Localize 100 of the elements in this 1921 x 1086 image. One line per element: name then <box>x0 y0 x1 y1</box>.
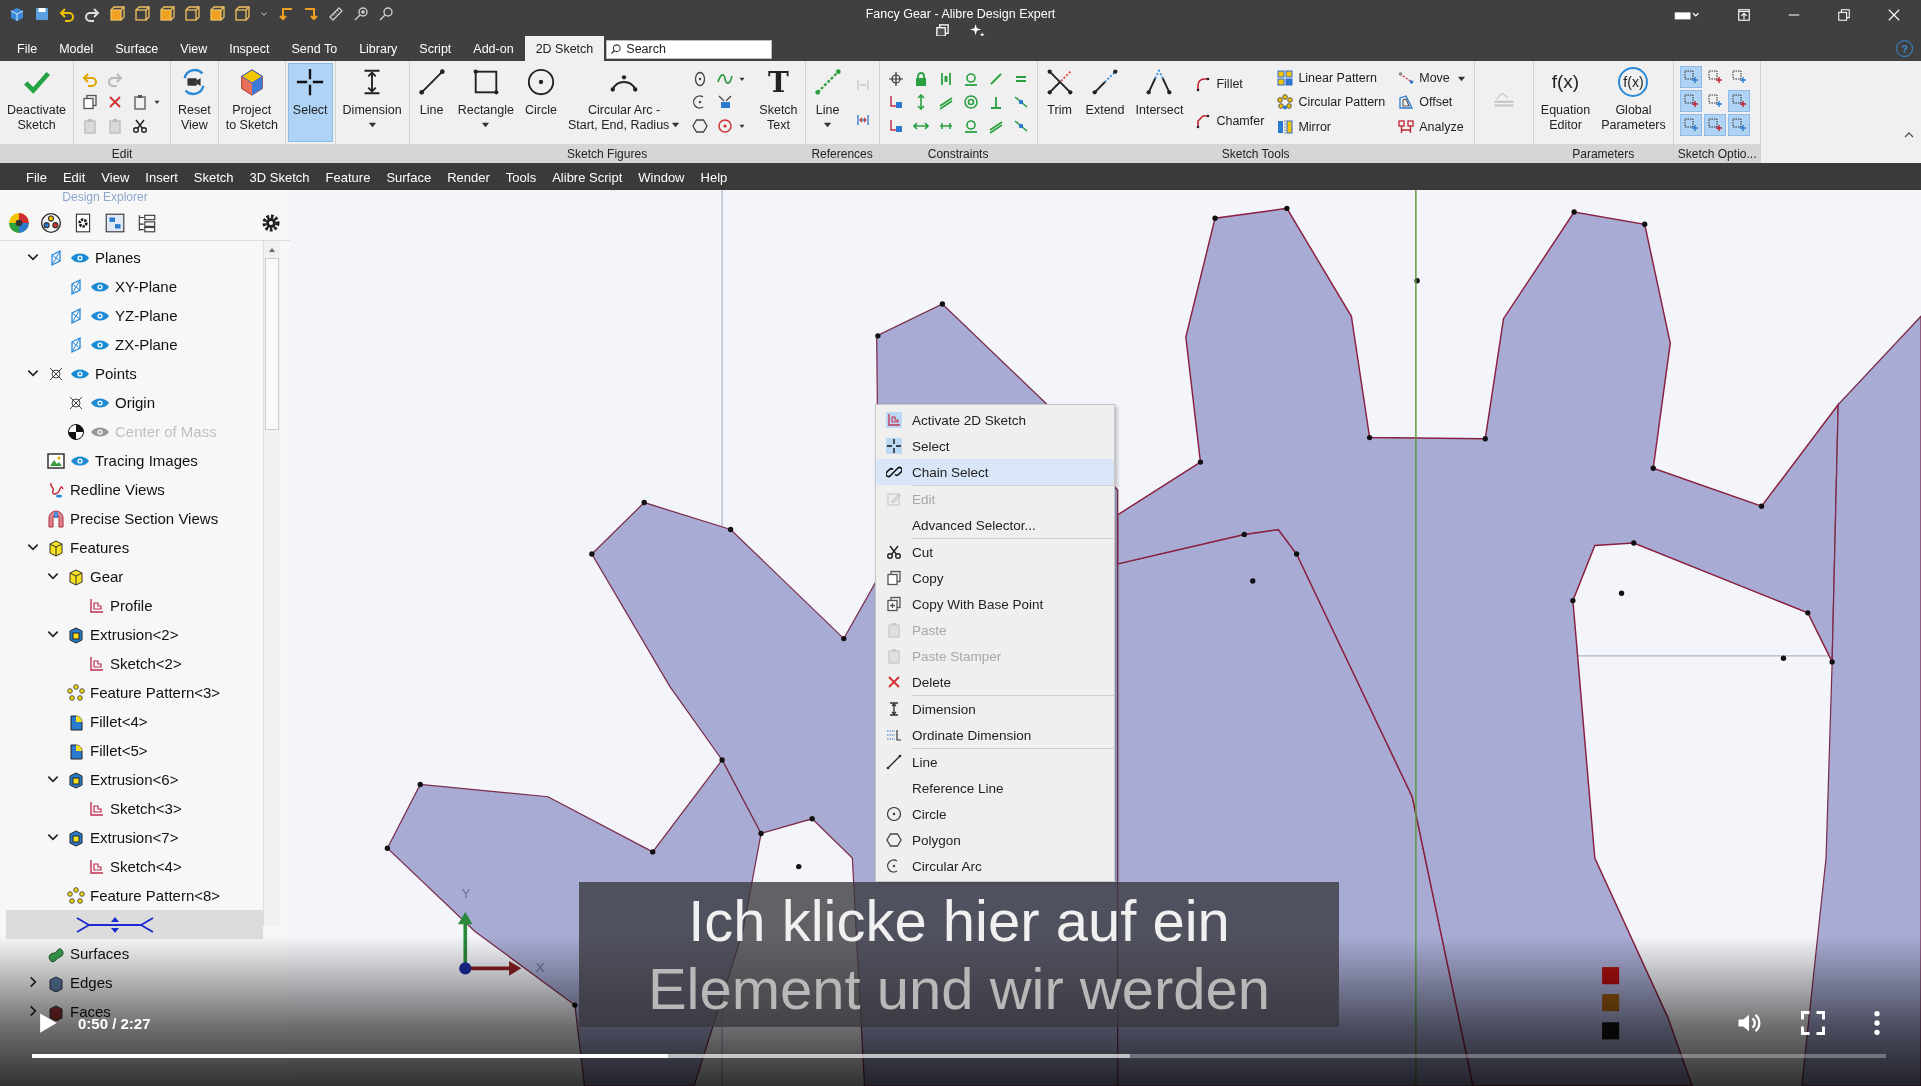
eye-icon[interactable] <box>90 280 110 293</box>
menu-item[interactable]: Feature <box>317 170 379 185</box>
ribbon-list-button[interactable]: Offset <box>1398 94 1466 111</box>
ribbon-button[interactable]: Reset View <box>173 63 216 142</box>
convert-icon[interactable] <box>717 94 734 111</box>
ribbon-button[interactable]: Dimension <box>337 63 407 142</box>
menu-item[interactable]: Ordinate Dimension <box>876 722 1114 748</box>
collinear-icon[interactable] <box>937 94 954 111</box>
midpoint-icon[interactable] <box>1012 94 1029 111</box>
eye-icon[interactable] <box>70 251 90 264</box>
sketch-option-toggle[interactable] <box>1703 114 1726 136</box>
corner-icon[interactable] <box>887 94 904 111</box>
color-wheel-icon[interactable] <box>8 212 30 234</box>
swatch[interactable] <box>1602 1022 1620 1040</box>
ribbon-list-button[interactable]: Circular Pattern <box>1277 94 1386 111</box>
tree-item[interactable]: Sketch<4> <box>110 858 182 875</box>
eye-icon[interactable] <box>90 396 110 409</box>
cube-icon[interactable] <box>234 6 250 22</box>
ribbon-button[interactable]: Deactivate Sketch <box>2 63 72 142</box>
ribbon-button[interactable]: Rectangle <box>452 63 519 142</box>
fullscreen-icon[interactable] <box>1799 1009 1827 1037</box>
zoom-icon[interactable] <box>378 6 394 22</box>
menu-item[interactable]: Help <box>692 170 736 185</box>
layout-icon[interactable] <box>104 212 126 234</box>
scroll-thumb[interactable] <box>265 258 279 430</box>
zoom-icon[interactable] <box>353 6 369 22</box>
menu-item[interactable]: Delete <box>876 669 1114 695</box>
tree-item[interactable]: Redline Views <box>70 481 165 498</box>
ribbon-button[interactable]: Line <box>411 63 452 142</box>
selected-row[interactable] <box>6 910 263 939</box>
eye-icon[interactable] <box>70 454 90 467</box>
cube-icon[interactable] <box>134 6 150 22</box>
swatch[interactable] <box>1602 994 1620 1012</box>
tree-item[interactable]: YZ-Plane <box>115 307 178 324</box>
target-icon[interactable] <box>717 118 734 135</box>
menu-item[interactable]: Window <box>630 170 693 185</box>
menu-item[interactable]: Tools <box>497 170 545 185</box>
ribbon-tab[interactable]: View <box>169 36 219 61</box>
menu-item[interactable]: Polygon <box>876 827 1114 853</box>
ribbon-button[interactable]: Select <box>287 63 333 142</box>
collinear-icon[interactable] <box>987 118 1004 135</box>
ribbon-button[interactable]: Line <box>807 63 848 142</box>
save-icon[interactable] <box>34 6 50 22</box>
corner-icon[interactable] <box>887 118 904 135</box>
ribbon-button[interactable]: f(x) Global Parameters <box>1596 63 1671 142</box>
menu-item[interactable]: 3D Sketch <box>241 170 318 185</box>
ribbon-button[interactable]: Extend <box>1080 63 1130 142</box>
menu-item[interactable]: Chain Select <box>876 459 1114 485</box>
app-logo-icon[interactable] <box>9 6 25 22</box>
ribbon-button[interactable]: T Sketch Text <box>754 63 803 142</box>
hexagon-icon[interactable] <box>692 118 709 135</box>
ribbon-button[interactable]: Trim <box>1039 63 1080 142</box>
eye-icon[interactable] <box>70 367 90 380</box>
ribbon-button[interactable]: Intersect <box>1130 63 1189 142</box>
menu-item[interactable]: Render <box>439 170 498 185</box>
crosshair-icon[interactable] <box>887 70 904 87</box>
close-icon[interactable] <box>1887 8 1901 22</box>
tree-item[interactable]: XY-Plane <box>115 278 177 295</box>
tree-item[interactable]: Gear <box>90 568 124 585</box>
ribbon-button[interactable]: Circle <box>519 63 562 142</box>
tree-item[interactable]: Points <box>95 365 137 382</box>
ruler-icon[interactable] <box>328 6 344 22</box>
sketch-option-toggle[interactable] <box>1727 114 1750 136</box>
scrollbar[interactable] <box>263 241 280 926</box>
swatch[interactable] <box>1602 967 1620 985</box>
ribbon-button[interactable]: Circular Arc - Start, End, Radius <box>562 63 686 142</box>
sparkle-icon[interactable] <box>970 23 986 38</box>
menu-item[interactable]: Surface <box>378 170 440 185</box>
menu-item[interactable]: Alibre Script <box>544 170 631 185</box>
elbow-arrow-icon[interactable] <box>278 6 294 22</box>
clipboard-icon[interactable] <box>107 118 124 135</box>
menu-item[interactable]: Select <box>876 433 1114 459</box>
tree-icon[interactable] <box>136 212 158 234</box>
tangent-icon[interactable] <box>962 70 979 87</box>
eye-icon[interactable] <box>90 338 110 351</box>
clipboard-icon[interactable] <box>82 118 99 135</box>
restore-icon[interactable] <box>1837 8 1851 22</box>
clipboard-icon[interactable] <box>132 94 149 111</box>
ribbon-list-button[interactable]: Chamfer <box>1195 112 1265 129</box>
sketch-option-toggle[interactable] <box>1679 114 1702 136</box>
menu-item[interactable]: File <box>18 170 55 185</box>
elbow-arrow-icon[interactable] <box>303 6 319 22</box>
cube-icon[interactable] <box>209 6 225 22</box>
tree-item[interactable]: Faces <box>70 1003 111 1020</box>
sketch-option-toggle[interactable] <box>1679 90 1702 112</box>
tree-item[interactable]: ZX-Plane <box>115 336 178 353</box>
menu-item[interactable]: Reference Line <box>876 775 1114 801</box>
ribbon-list-button[interactable]: Analyze <box>1398 118 1466 135</box>
settings-icon[interactable] <box>260 212 282 234</box>
tree-item[interactable]: Origin <box>115 394 155 411</box>
ribbon-list-button[interactable]: Fillet <box>1195 76 1265 93</box>
progress-track[interactable] <box>32 1054 1886 1058</box>
tree-item[interactable]: Fillet<4> <box>90 713 148 730</box>
cube-icon[interactable] <box>184 6 200 22</box>
tree-item[interactable]: Extrusion<6> <box>90 771 179 788</box>
tree-item[interactable]: Surfaces <box>70 945 130 962</box>
redo-icon[interactable] <box>84 6 100 22</box>
copy-icon[interactable] <box>935 23 951 38</box>
ribbon-tab[interactable]: Model <box>48 36 105 61</box>
ribbon-tab[interactable]: Script <box>408 36 463 61</box>
